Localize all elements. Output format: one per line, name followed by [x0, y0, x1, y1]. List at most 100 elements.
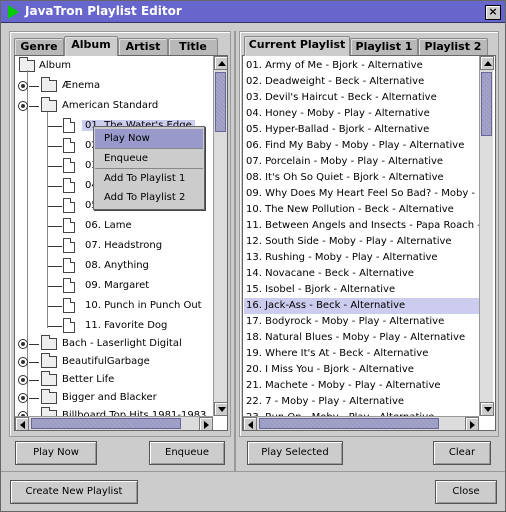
playlist-row[interactable]: 04. Honey - Moby - Play - Alternative	[244, 106, 479, 122]
tree-track-item[interactable]: 06. Lame	[15, 217, 213, 235]
tree-connector	[29, 398, 39, 399]
expand-handle-icon[interactable]	[18, 393, 28, 403]
playlist-row[interactable]: 12. South Side - Moby - Play - Alternati…	[244, 234, 479, 250]
playlist-row[interactable]: 09. Why Does My Heart Feel So Bad? - Mob…	[244, 186, 479, 202]
playlist-row[interactable]: 22. 7 - Moby - Play - Alternative	[244, 394, 479, 410]
tree-connector	[29, 344, 39, 345]
playlist-vertical-scrollbar[interactable]	[479, 56, 494, 416]
scroll-thumb[interactable]	[259, 418, 439, 429]
tree-track-item[interactable]: 11. Favorite Dog	[15, 317, 213, 335]
scroll-down-button[interactable]	[214, 402, 227, 416]
tab-album[interactable]: Album	[64, 36, 118, 56]
scroll-thumb[interactable]	[31, 418, 181, 429]
arrow-left-icon	[248, 421, 253, 429]
tree-connector	[48, 326, 62, 327]
enqueue-button[interactable]: Enqueue	[149, 441, 225, 465]
tree-folder-item[interactable]: Bach - Laserlight Digital	[15, 335, 213, 353]
tab-playlist-2[interactable]: Playlist 2	[418, 38, 488, 56]
tree-connector	[48, 186, 62, 187]
tree-horizontal-scrollbar[interactable]	[15, 416, 213, 430]
tree-track-item[interactable]: 08. Anything	[15, 257, 213, 275]
tree-connector	[48, 226, 62, 227]
close-button[interactable]: Close	[435, 480, 497, 504]
tree-track-item[interactable]: 07. Headstrong	[15, 237, 213, 255]
playlist-row[interactable]: 10. The New Pollution - Beck - Alternati…	[244, 202, 479, 218]
playlist-horizontal-scrollbar[interactable]	[243, 416, 479, 430]
tab-genre[interactable]: Genre	[14, 38, 64, 56]
playlist-row[interactable]: 19. Where It's At - Beck - Alternative	[244, 346, 479, 362]
playlist-row[interactable]: 06. Find My Baby - Moby - Play - Alterna…	[244, 138, 479, 154]
document-icon	[63, 138, 75, 153]
tree-item-label: Bigger and Blacker	[62, 392, 157, 403]
playlist-row[interactable]: 05. Hyper-Ballad - Bjork - Alternative	[244, 122, 479, 138]
document-icon	[63, 258, 75, 273]
scroll-left-button[interactable]	[243, 417, 257, 430]
scroll-thumb[interactable]	[481, 72, 492, 136]
expand-handle-icon[interactable]	[18, 339, 28, 349]
playlist-row[interactable]: 08. It's Oh So Quiet - Bjork - Alternati…	[244, 170, 479, 186]
tree-folder-item[interactable]: BeautifulGarbage	[15, 353, 213, 371]
playlist-row[interactable]: 15. Isobel - Bjork - Alternative	[244, 282, 479, 298]
menu-item-enqueue[interactable]: Enqueue	[95, 149, 203, 168]
playlist-row[interactable]: 13. Rushing - Moby - Play - Alternative	[244, 250, 479, 266]
tree-connector	[29, 362, 39, 363]
menu-item-play-now[interactable]: Play Now	[95, 129, 203, 148]
tree-folder-item[interactable]: Bigger and Blacker	[15, 389, 213, 407]
playlist-row[interactable]: 11. Between Angels and Insects - Papa Ro…	[244, 218, 479, 234]
tree-connector	[48, 266, 62, 267]
scroll-up-button[interactable]	[214, 56, 227, 70]
playlist-row[interactable]: 20. I Miss You - Bjork - Alternative	[244, 362, 479, 378]
tree-connector	[48, 246, 62, 247]
menu-item-add-to-playlist-1[interactable]: Add To Playlist 1	[95, 169, 203, 188]
tree-vertical-scrollbar[interactable]	[213, 56, 227, 416]
clear-button[interactable]: Clear	[433, 441, 491, 465]
tree-connector	[48, 126, 62, 127]
library-panel: Genre Album Artist Title Album Ænema Ameri…	[9, 31, 231, 437]
current-playlist-list[interactable]: 01. Army of Me - Bjork - Alternative 02. …	[242, 55, 496, 431]
playlist-row[interactable]: 21. Machete - Moby - Play - Alternative	[244, 378, 479, 394]
tree-root[interactable]: Album	[15, 57, 213, 75]
tree-folder-item[interactable]: American Standard	[15, 97, 213, 115]
scroll-left-button[interactable]	[15, 417, 29, 430]
playlist-row[interactable]: 02. Deadweight - Beck - Alternative	[244, 74, 479, 90]
tree-item-label: 07. Headstrong	[85, 240, 163, 251]
album-tree[interactable]: AlbumÆnemaAmerican Standard01. The Water…	[14, 55, 228, 431]
tree-track-item[interactable]: 09. Margaret	[15, 277, 213, 295]
playlist-row[interactable]: 07. Porcelain - Moby - Play - Alternativ…	[244, 154, 479, 170]
close-window-button[interactable]: ×	[485, 5, 501, 20]
scroll-right-button[interactable]	[199, 417, 213, 430]
playlist-row[interactable]: 03. Devil's Haircut - Beck - Alternative	[244, 90, 479, 106]
scroll-up-button[interactable]	[480, 56, 494, 70]
playlist-row[interactable]: 14. Novacane - Beck - Alternative	[244, 266, 479, 282]
expand-handle-icon[interactable]	[18, 375, 28, 385]
arrow-up-icon	[218, 61, 226, 66]
document-icon	[63, 278, 75, 293]
title-bar[interactable]: JavaTron Playlist Editor ×	[1, 1, 505, 23]
playlist-row[interactable]: 17. Bodyrock - Moby - Play - Alternative	[244, 314, 479, 330]
scroll-down-button[interactable]	[480, 402, 494, 416]
play-selected-button[interactable]: Play Selected	[247, 441, 343, 465]
tab-title[interactable]: Title	[168, 38, 218, 56]
playlist-row[interactable]: 18. Natural Blues - Moby - Play - Altern…	[244, 330, 479, 346]
context-menu: Play Now Enqueue Add To Playlist 1 Add T…	[93, 126, 205, 210]
play-now-button[interactable]: Play Now	[15, 441, 97, 465]
document-icon	[63, 318, 75, 333]
arrow-up-icon	[484, 61, 492, 66]
tab-playlist-1[interactable]: Playlist 1	[350, 38, 418, 56]
create-new-playlist-button[interactable]: Create New Playlist	[10, 480, 138, 504]
tree-folder-item[interactable]: Better Life	[15, 371, 213, 389]
tab-current-playlist[interactable]: Current Playlist	[244, 36, 350, 56]
collapse-handle-icon[interactable]	[18, 101, 28, 111]
scroll-thumb[interactable]	[215, 72, 226, 132]
tree-track-item[interactable]: 10. Punch in Punch Out	[15, 297, 213, 315]
pane-divider[interactable]	[234, 31, 236, 471]
playlist-row[interactable]: 16. Jack-Ass - Beck - Alternative	[244, 298, 479, 314]
tab-artist[interactable]: Artist	[118, 38, 168, 56]
folder-icon	[41, 97, 57, 112]
expand-handle-icon[interactable]	[18, 357, 28, 367]
tree-folder-item[interactable]: Ænema	[15, 77, 213, 95]
expand-handle-icon[interactable]	[18, 81, 28, 91]
menu-item-add-to-playlist-2[interactable]: Add To Playlist 2	[95, 188, 203, 207]
playlist-row[interactable]: 01. Army of Me - Bjork - Alternative	[244, 58, 479, 74]
scroll-right-button[interactable]	[465, 417, 479, 430]
